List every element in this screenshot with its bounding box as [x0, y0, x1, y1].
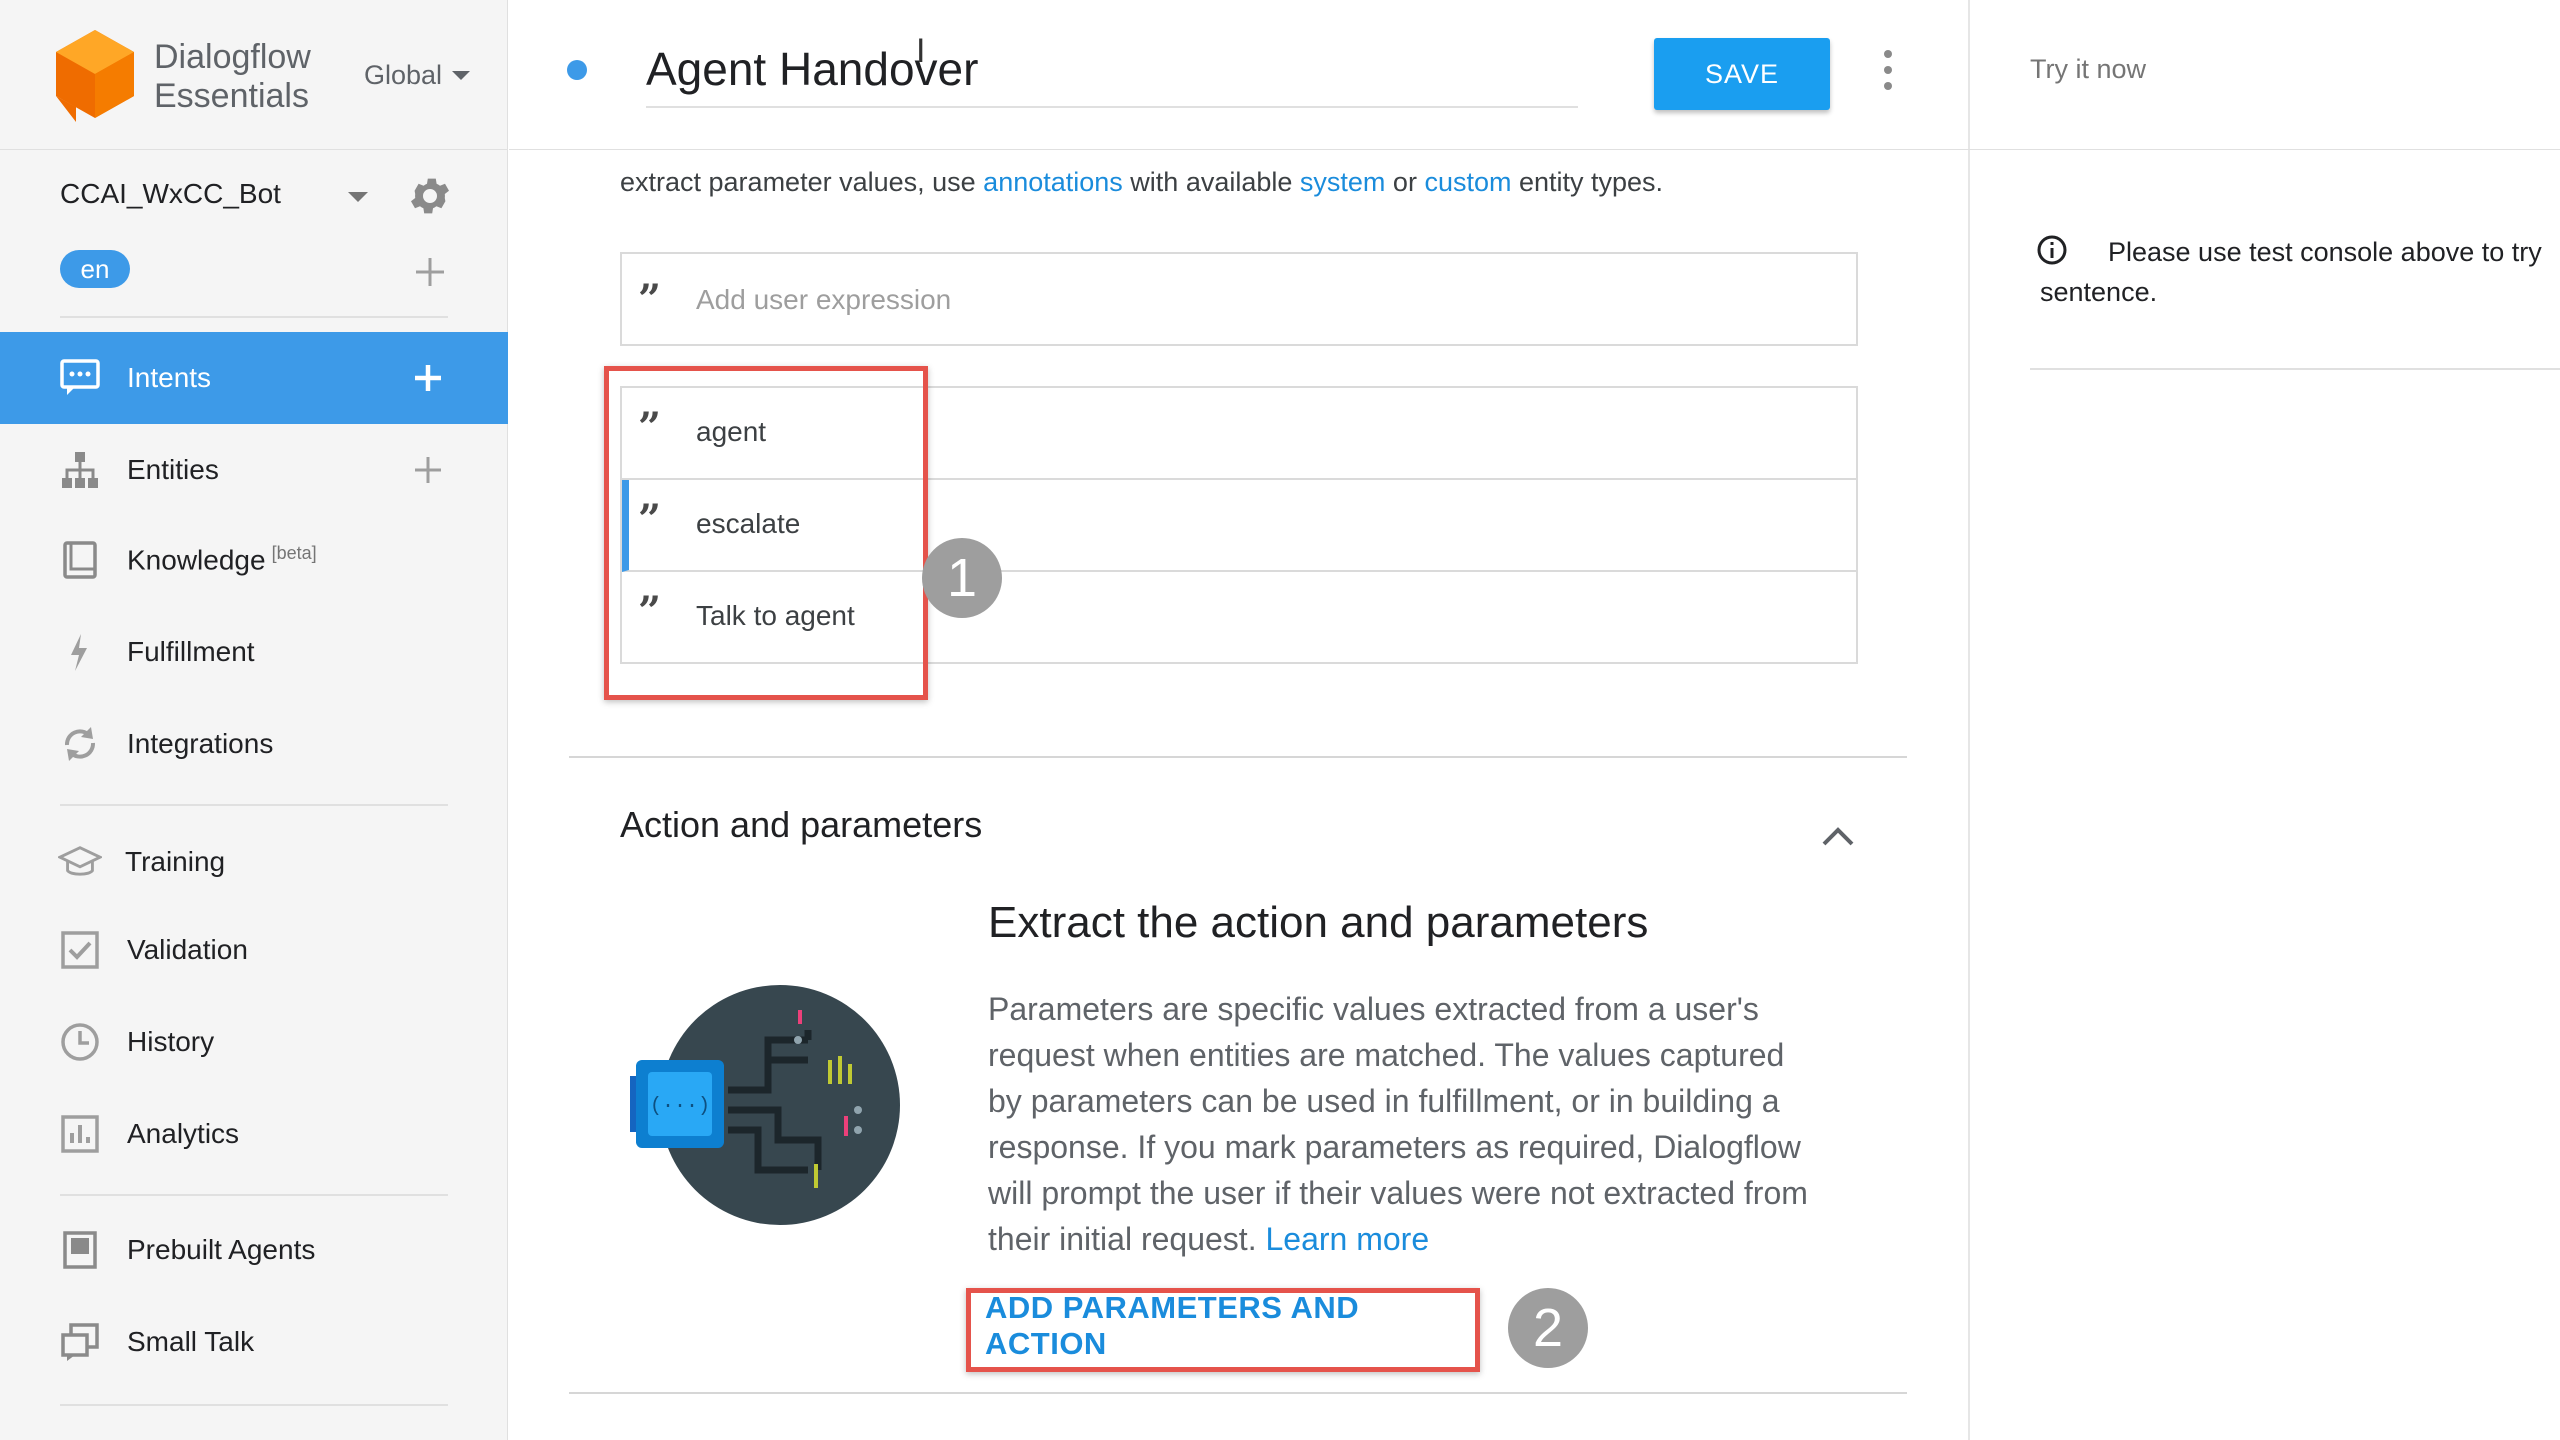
sidebar: Dialogflow Essentials Global CCAI_WxCC_B…: [0, 0, 508, 1440]
sidebar-item-label: Prebuilt Agents: [127, 1234, 316, 1265]
training-phrases-help: extract parameter values, use annotation…: [620, 162, 1760, 202]
dialogflow-logo-icon[interactable]: [56, 30, 134, 122]
section-divider: [569, 1392, 1907, 1394]
sidebar-divider: [60, 804, 448, 806]
sidebar-item-history[interactable]: History: [0, 996, 508, 1088]
chevron-up-icon[interactable]: [1818, 820, 1858, 850]
help-text-part: with available: [1122, 167, 1300, 197]
agent-book-icon: [58, 1228, 102, 1272]
lightning-icon: [58, 630, 102, 674]
sidebar-item-prebuilt-agents[interactable]: Prebuilt Agents: [0, 1204, 508, 1296]
highlight-box-add-params: [966, 1288, 1480, 1372]
extract-description-text: Parameters are specific values extracted…: [988, 991, 1808, 1257]
add-intent-icon[interactable]: [408, 358, 448, 398]
sidebar-item-training[interactable]: Training: [0, 816, 508, 908]
add-user-expression-input[interactable]: ” Add user expression: [620, 252, 1858, 346]
book-icon: [58, 538, 102, 582]
sidebar-item-label: Integrations: [127, 728, 274, 759]
add-language-icon[interactable]: [412, 254, 448, 290]
brand-name: Dialogflow Essentials: [154, 38, 311, 116]
parameters-illustration-icon: (···): [630, 985, 900, 1225]
sidebar-divider: [60, 316, 448, 318]
sidebar-item-label: Fulfillment: [127, 636, 255, 667]
sidebar-item-label: Entities: [127, 454, 219, 485]
sidebar-item-label: History: [127, 1026, 215, 1057]
hierarchy-icon: [58, 448, 102, 492]
sidebar-item-fulfillment[interactable]: Fulfillment: [0, 606, 508, 698]
chat-bubble-icon: [58, 356, 102, 400]
brand-line-1: Dialogflow: [154, 38, 311, 76]
system-link[interactable]: system: [1300, 167, 1386, 197]
sidebar-item-intents[interactable]: Intents: [0, 332, 508, 424]
test-console-divider: [1968, 149, 2560, 150]
agent-dropdown-icon[interactable]: [348, 192, 368, 202]
checkbox-icon: [58, 928, 102, 972]
custom-link[interactable]: custom: [1424, 167, 1511, 197]
region-label: Global: [364, 60, 443, 90]
sync-icon: [58, 722, 102, 766]
graduation-cap-icon: [58, 840, 102, 884]
expression-placeholder: Add user expression: [696, 284, 952, 315]
sidebar-divider: [60, 1404, 448, 1406]
test-console-panel: [1968, 0, 2560, 1440]
sidebar-item-knowledge[interactable]: Knowledge [beta]: [0, 514, 508, 606]
sidebar-item-analytics[interactable]: Analytics: [0, 1088, 508, 1180]
learn-more-link[interactable]: Learn more: [1265, 1221, 1429, 1257]
more-options-icon[interactable]: [1876, 50, 1900, 90]
clock-icon: [58, 1020, 102, 1064]
language-chip[interactable]: en: [60, 250, 130, 288]
sidebar-item-entities[interactable]: Entities: [0, 424, 508, 516]
callout-badge-2: 2: [1508, 1288, 1588, 1368]
sidebar-item-label: Analytics: [127, 1118, 240, 1149]
unsaved-indicator: [567, 60, 587, 80]
gear-icon[interactable]: [406, 172, 454, 220]
sidebar-item-label: Validation: [127, 934, 248, 965]
bar-chart-icon: [58, 1112, 102, 1156]
extract-description: Parameters are specific values extracted…: [988, 986, 1808, 1262]
beta-badge: [beta]: [271, 543, 317, 564]
section-divider: [569, 756, 1907, 758]
save-button[interactable]: SAVE: [1654, 38, 1830, 110]
add-entity-icon[interactable]: [408, 450, 448, 490]
help-text-part: or: [1385, 167, 1425, 197]
test-console-divider: [2030, 368, 2560, 370]
logo-row: Dialogflow Essentials Global: [0, 0, 508, 150]
sidebar-item-small-talk[interactable]: Small Talk: [0, 1296, 508, 1388]
sidebar-item-validation[interactable]: Validation: [0, 904, 508, 996]
annotations-link[interactable]: annotations: [983, 167, 1123, 197]
text-cursor-icon: I: [916, 32, 926, 70]
help-text-part: entity types.: [1511, 167, 1664, 197]
knowledge-label: Knowledge: [127, 544, 266, 576]
test-console-info: Please use test console above to try sen…: [2040, 237, 2542, 307]
sidebar-item-label: Training: [125, 846, 226, 877]
agent-name[interactable]: CCAI_WxCC_Bot: [60, 178, 281, 210]
brand-line-2: Essentials: [154, 77, 309, 115]
intent-name-input[interactable]: Agent Handover: [646, 36, 1578, 108]
sidebar-item-label: Small Talk: [127, 1326, 255, 1357]
chevron-down-icon: [452, 71, 471, 80]
sidebar-item-integrations[interactable]: Integrations: [0, 698, 508, 790]
action-parameters-section-title[interactable]: Action and parameters: [620, 804, 982, 846]
region-selector[interactable]: Global: [364, 60, 471, 91]
callout-badge-1: 1: [922, 538, 1002, 618]
svg-text:(···): (···): [650, 1095, 710, 1118]
quote-icon: ”: [638, 276, 662, 323]
help-text-part: extract parameter values, use: [620, 167, 984, 197]
sidebar-item-label: Intents: [127, 362, 212, 393]
extract-title: Extract the action and parameters: [988, 898, 1649, 947]
sidebar-divider: [60, 1194, 448, 1196]
small-talk-icon: [58, 1320, 102, 1364]
sidebar-item-label: Knowledge [beta]: [127, 543, 317, 576]
test-console-input[interactable]: Try it now: [2030, 54, 2146, 85]
highlight-box-phrases: [604, 366, 928, 700]
